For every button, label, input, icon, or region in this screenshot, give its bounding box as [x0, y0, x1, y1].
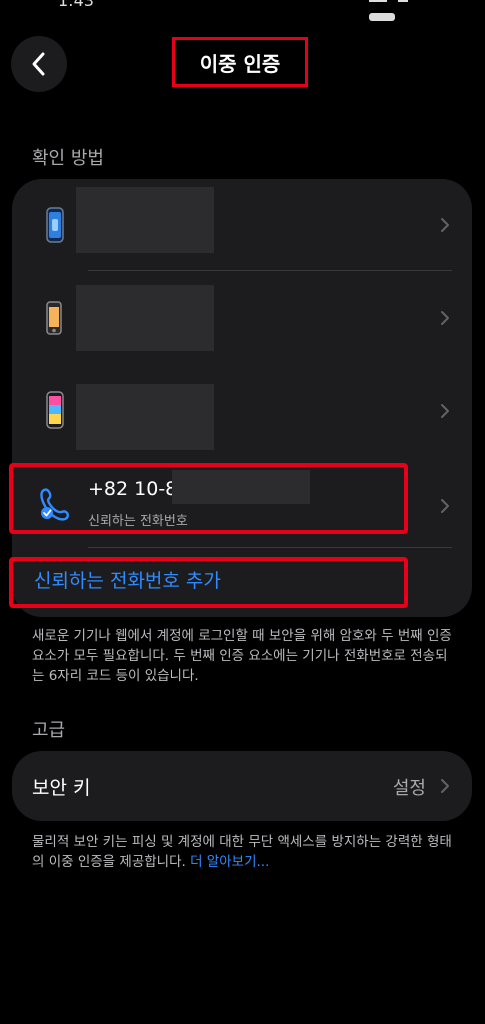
- advanced-section-title: 고급: [32, 720, 66, 741]
- device-row[interactable]: [12, 364, 472, 457]
- highlight-box: [9, 463, 408, 534]
- learn-more-link[interactable]: 더 알아보기...: [190, 854, 269, 870]
- security-key-description: 물리적 보안 키는 피싱 및 계정에 대한 무단 액세스를 방지하는 강력한 형…: [32, 832, 457, 872]
- chevron-left-icon: [32, 52, 45, 76]
- device-row[interactable]: [12, 271, 472, 364]
- status-icons: [363, 0, 433, 21]
- divider: [88, 547, 452, 548]
- iphone-color-icon: [46, 391, 64, 429]
- signal-icon: [369, 0, 387, 2]
- redacted-device-name: [76, 187, 214, 253]
- redacted-device-name: [76, 384, 214, 450]
- highlight-box: [9, 557, 408, 608]
- chevron-right-icon: [441, 403, 449, 418]
- security-key-value: 설정: [392, 778, 426, 799]
- page-title: 이중 인증: [172, 37, 308, 87]
- security-key-row[interactable]: 보안 키 설정: [12, 751, 472, 821]
- wifi-icon: [398, 0, 409, 2]
- verification-section-title: 확인 방법: [32, 148, 104, 169]
- chevron-right-icon: [441, 779, 449, 793]
- redacted-device-name: [76, 285, 214, 351]
- status-bar: 1:43: [0, 0, 485, 21]
- device-row[interactable]: [12, 179, 472, 271]
- security-key-label: 보안 키: [32, 777, 91, 799]
- verification-card: +82 10-8 신뢰하는 전화번호 신뢰하는 전화번호 추가: [12, 179, 472, 617]
- iphone-blue-icon: [46, 207, 64, 243]
- chevron-right-icon: [441, 499, 449, 513]
- chevron-right-icon: [441, 310, 449, 325]
- iphone-se-icon: [46, 301, 62, 335]
- verification-description: 새로운 기기나 웹에서 계정에 로그인할 때 보안을 위해 암호와 두 번째 인…: [32, 628, 452, 684]
- battery-icon: [369, 13, 395, 21]
- status-time: 1:43: [58, 0, 94, 10]
- back-button[interactable]: [11, 36, 67, 92]
- chevron-right-icon: [441, 218, 449, 232]
